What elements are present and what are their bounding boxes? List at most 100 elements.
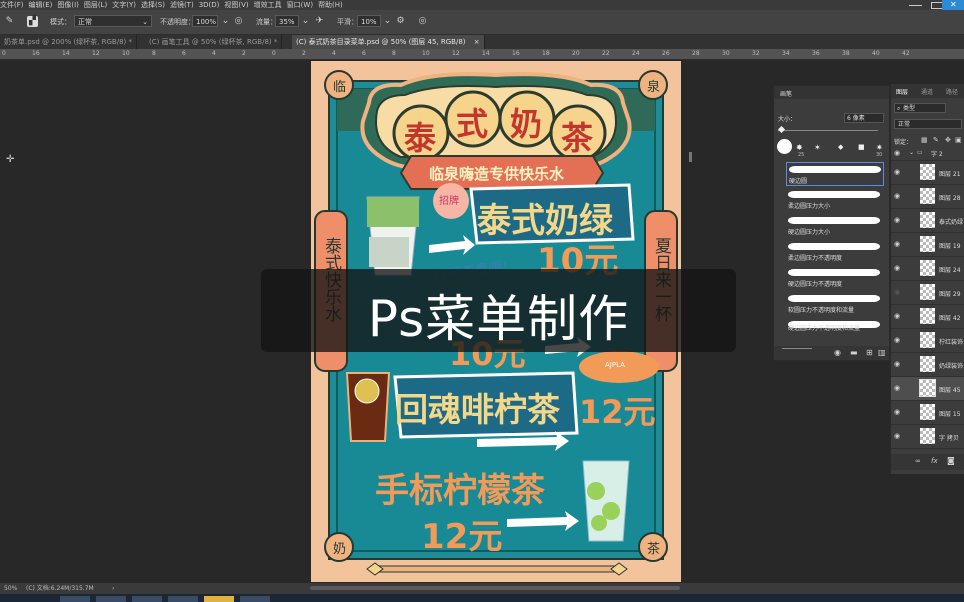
layer-row[interactable]: ◉ 图层 15 (891, 401, 964, 425)
layer-row[interactable]: ◉ 柠红装饰 (891, 329, 964, 353)
layer-row[interactable]: ◉ 图层 28 (891, 185, 964, 209)
new-preset-icon[interactable]: ⊞ (866, 348, 873, 357)
opacity-dropdown-icon[interactable]: ⌄ (220, 16, 231, 27)
menu-filter[interactable]: 滤镜(T) (170, 0, 199, 10)
layer-row-selected[interactable]: ◉ 图层 45 (891, 377, 964, 401)
flow-input[interactable]: 35% (275, 15, 299, 27)
layer-filter-select[interactable]: ⌕ 类型 (894, 103, 946, 113)
tab-document-3[interactable]: (C) 泰式奶茶目录菜单.psd @ 50% (图层 45, RGB/8) × (292, 35, 485, 49)
layer-row[interactable]: ◉ 图层 42 (891, 305, 964, 329)
eye-icon[interactable]: ◉ (894, 360, 903, 369)
taskbar-button[interactable] (204, 596, 234, 602)
taskbar-button[interactable] (240, 596, 270, 602)
size-slider-track[interactable] (778, 130, 878, 131)
brush-tip-icon[interactable]: ✷ (876, 143, 883, 152)
footer-slider[interactable] (782, 348, 812, 349)
taskbar-button[interactable] (96, 596, 126, 602)
taskbar-button[interactable] (60, 596, 90, 602)
brush-preset-item[interactable]: 软圆压力不透明度和流量 (786, 292, 882, 314)
eye-icon[interactable]: ◉ (894, 192, 903, 201)
chevron-right-icon[interactable]: › (112, 583, 114, 594)
menu-layer[interactable]: 图层(L) (84, 0, 112, 10)
eye-icon[interactable]: ◉ (894, 312, 903, 321)
menu-select[interactable]: 选择(S) (141, 0, 170, 10)
visibility-icon[interactable]: ◉ (834, 348, 841, 357)
tab-channels[interactable]: 通道 (921, 87, 933, 96)
brush-tip-icon[interactable]: ■ (858, 143, 865, 151)
tab-layers[interactable]: 图层 (896, 87, 908, 96)
menu-file[interactable]: 文件(F) (0, 0, 29, 10)
add-mask-icon[interactable]: ◙ (947, 456, 955, 465)
layer-row[interactable]: ◉ 图层 24 (891, 257, 964, 281)
brush-preset-item[interactable]: 柔边圆压力不透明度 (786, 240, 882, 262)
gear-icon[interactable]: ⚙ (395, 16, 406, 27)
size-input[interactable]: 6 像素 (844, 113, 884, 123)
menu-window[interactable]: 窗口(W) (287, 0, 318, 10)
tab-document-2[interactable]: (C) 画笔工具 @ 50% (绿杯茶, RGB/8) * (145, 35, 283, 49)
chevron-down-icon[interactable]: ⌄ (909, 149, 914, 156)
lock-pixels-icon[interactable]: ▦ (921, 136, 928, 144)
close-icon[interactable]: × (474, 38, 480, 46)
tab-document-1[interactable]: 奶茶单.psd @ 200% (绿杯茶, RGB/8) * (0, 35, 137, 49)
pressure-opacity-icon[interactable]: ◎ (233, 16, 244, 27)
folder-icon[interactable]: ▬ (850, 348, 858, 357)
eye-icon[interactable]: ◉ (894, 432, 903, 441)
layer-row[interactable]: ◉ 图层 19 (891, 233, 964, 257)
layer-row[interactable]: ◉ 奶绿装饰 (891, 353, 964, 377)
fx-icon[interactable]: fx (931, 457, 938, 465)
brush-preset-item[interactable]: 硬边圆压力大小 (786, 214, 882, 236)
layer-row[interactable]: ◉ 图层 29 (891, 281, 964, 305)
eye-icon[interactable]: ◉ (894, 240, 903, 249)
pressure-size-icon[interactable]: ◎ (417, 16, 428, 27)
taskbar-button[interactable] (132, 596, 162, 602)
smooth-input[interactable]: 10% (357, 15, 381, 27)
menu-plugins[interactable]: 增效工具 (254, 0, 287, 10)
brush-tip-preview[interactable] (777, 139, 792, 154)
opacity-input[interactable]: 100% (192, 15, 218, 27)
eye-icon[interactable]: ◉ (894, 408, 903, 417)
eye-icon[interactable]: ◉ (894, 149, 903, 158)
eye-icon[interactable]: ◉ (894, 216, 903, 225)
brush-settings-icon[interactable]: ▞ (27, 16, 38, 27)
menu-3d[interactable]: 3D(D) (199, 0, 225, 10)
brush-preset-item[interactable]: 硬边圆压力不透明度和流量 (786, 318, 882, 332)
lock-move-icon[interactable]: ✥ (945, 136, 951, 144)
layer-row[interactable]: ◉ 图层 21 (891, 161, 964, 185)
link-layers-icon[interactable]: ∞ (915, 457, 921, 465)
menu-help[interactable]: 帮助(H) (318, 0, 348, 10)
layer-group-row[interactable]: ◉ ⌄ ▭ 字 2 (891, 146, 964, 161)
lock-all-icon[interactable]: ▣ (955, 136, 962, 144)
tab-paths[interactable]: 路径 (946, 87, 958, 96)
eye-icon[interactable]: ◉ (894, 384, 903, 393)
brush-preset-item[interactable]: 硬边圆压力不透明度 (786, 266, 882, 288)
brush-tip-icon[interactable]: ✸ (796, 143, 803, 152)
size-slider-handle[interactable] (777, 125, 786, 134)
layer-row[interactable]: ◉ 泰式奶绿 (891, 209, 964, 233)
document-info[interactable]: (C) 文档:6.24M/315.7M (26, 583, 94, 594)
lock-brush-icon[interactable]: ✎ (933, 136, 939, 144)
eye-icon[interactable]: ◉ (894, 336, 903, 345)
brush-panel-tab[interactable]: 画笔 (780, 89, 792, 98)
smooth-dropdown-icon[interactable]: ⌄ (382, 16, 393, 27)
layer-row[interactable]: ◉ 字 拷贝 (891, 425, 964, 449)
horizontal-scrollbar[interactable] (310, 586, 680, 590)
eye-icon[interactable]: ◉ (894, 264, 903, 273)
brush-preset-item[interactable]: 柔边圆压力大小 (786, 188, 882, 210)
brush-preset-item[interactable]: 硬边圆 (786, 162, 884, 186)
menu-edit[interactable]: 编辑(E) (29, 0, 58, 10)
canvas-scroll-handle[interactable] (689, 152, 692, 162)
minimize-button[interactable] (902, 0, 924, 10)
brush-tip-icon[interactable]: ◆ (838, 143, 843, 151)
menu-image[interactable]: 图像(I) (57, 0, 84, 10)
eye-icon[interactable]: ◉ (894, 288, 903, 297)
blend-mode-select[interactable]: 正常 (894, 119, 962, 129)
airbrush-icon[interactable]: ✈ (314, 16, 325, 27)
close-button[interactable]: ✕ (942, 0, 964, 10)
brush-preset-icon[interactable]: ✎ (4, 16, 15, 27)
mode-select[interactable]: 正常 ⌄ (74, 15, 152, 27)
brush-tip-icon[interactable]: ✶ (814, 143, 821, 152)
horizontal-ruler[interactable]: 0 16 14 12 10 8 6 4 2 0 2 4 6 8 10 12 14… (0, 49, 964, 60)
taskbar-button[interactable] (168, 596, 198, 602)
eye-icon[interactable]: ◉ (894, 168, 903, 177)
flow-dropdown-icon[interactable]: ⌄ (300, 16, 311, 27)
